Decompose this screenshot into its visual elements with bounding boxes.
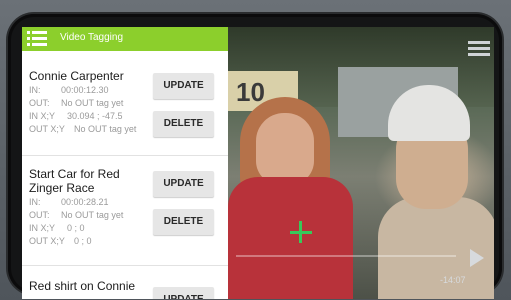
delete-button[interactable]: DELETE bbox=[153, 209, 214, 235]
in-xy-label: IN X;Y bbox=[29, 223, 56, 233]
tag-list-panel: Video Tagging Connie Carpenter IN: 00:00… bbox=[22, 27, 228, 299]
update-button[interactable]: UPDATE bbox=[153, 287, 214, 299]
list-icon[interactable] bbox=[27, 31, 47, 47]
in-xy-label: IN X;Y bbox=[29, 111, 56, 121]
video-frame-woman-shirt bbox=[228, 177, 353, 299]
out-label: OUT: bbox=[29, 210, 50, 220]
tag-in-row: IN: 00:00:28.21 bbox=[29, 197, 109, 208]
tag-name: Connie Carpenter bbox=[29, 69, 124, 83]
app-header: Video Tagging bbox=[22, 27, 228, 51]
update-button[interactable]: UPDATE bbox=[153, 73, 214, 99]
tag-out-value: No OUT tag yet bbox=[61, 98, 124, 108]
tag-out-value: No OUT tag yet bbox=[61, 210, 124, 220]
device-background: 10 -14:07 Video Tagging Connie Carpenter… bbox=[0, 0, 511, 300]
delete-button[interactable]: DELETE bbox=[153, 111, 214, 137]
out-label: OUT: bbox=[29, 98, 50, 108]
play-icon[interactable] bbox=[470, 249, 484, 267]
in-label: IN: bbox=[29, 197, 41, 207]
tag-entry: Connie Carpenter IN: 00:00:12.30 OUT: No… bbox=[22, 51, 228, 155]
update-button[interactable]: UPDATE bbox=[153, 171, 214, 197]
screen: 10 -14:07 Video Tagging Connie Carpenter… bbox=[22, 27, 494, 299]
video-progress-bar[interactable] bbox=[236, 255, 456, 257]
tag-in-value: 00:00:12.30 bbox=[61, 85, 109, 95]
tag-out-row: OUT: No OUT tag yet bbox=[29, 98, 123, 109]
in-label: IN: bbox=[29, 85, 41, 95]
tag-in-row: IN: 00:00:12.30 bbox=[29, 85, 109, 96]
remaining-time: -14:07 bbox=[440, 275, 466, 285]
tag-in-xy-row: IN X;Y 0 ; 0 bbox=[29, 223, 85, 234]
tag-out-xy-row: OUT X;Y No OUT tag yet bbox=[29, 124, 136, 135]
out-xy-label: OUT X;Y bbox=[29, 124, 65, 134]
video-frame-woman-face bbox=[256, 113, 314, 185]
tag-entry: Red shirt on Connie UPDATE bbox=[22, 265, 228, 299]
tag-name: Red shirt on Connie bbox=[29, 279, 136, 293]
tag-in-xy-row: IN X;Y 30.094 ; -47.5 bbox=[29, 111, 123, 122]
tag-in-xy-value: 0 ; 0 bbox=[67, 223, 85, 233]
tag-in-value: 00:00:28.21 bbox=[61, 197, 109, 207]
tag-out-xy-value: 0 ; 0 bbox=[74, 236, 92, 246]
video-frame-man-body bbox=[378, 197, 494, 299]
out-xy-label: OUT X;Y bbox=[29, 236, 65, 246]
crosshair-vertical[interactable] bbox=[299, 221, 302, 243]
tag-entry: Start Car for Red Zinger Race IN: 00:00:… bbox=[22, 155, 228, 265]
app-title: Video Tagging bbox=[60, 32, 124, 43]
menu-icon[interactable] bbox=[468, 41, 490, 57]
tag-out-xy-row: OUT X;Y 0 ; 0 bbox=[29, 236, 92, 247]
tag-out-xy-value: No OUT tag yet bbox=[74, 124, 137, 134]
video-player[interactable]: 10 bbox=[228, 27, 494, 299]
tag-in-xy-value: 30.094 ; -47.5 bbox=[67, 111, 123, 121]
tag-name: Start Car for Red Zinger Race bbox=[29, 167, 120, 195]
tag-out-row: OUT: No OUT tag yet bbox=[29, 210, 123, 221]
